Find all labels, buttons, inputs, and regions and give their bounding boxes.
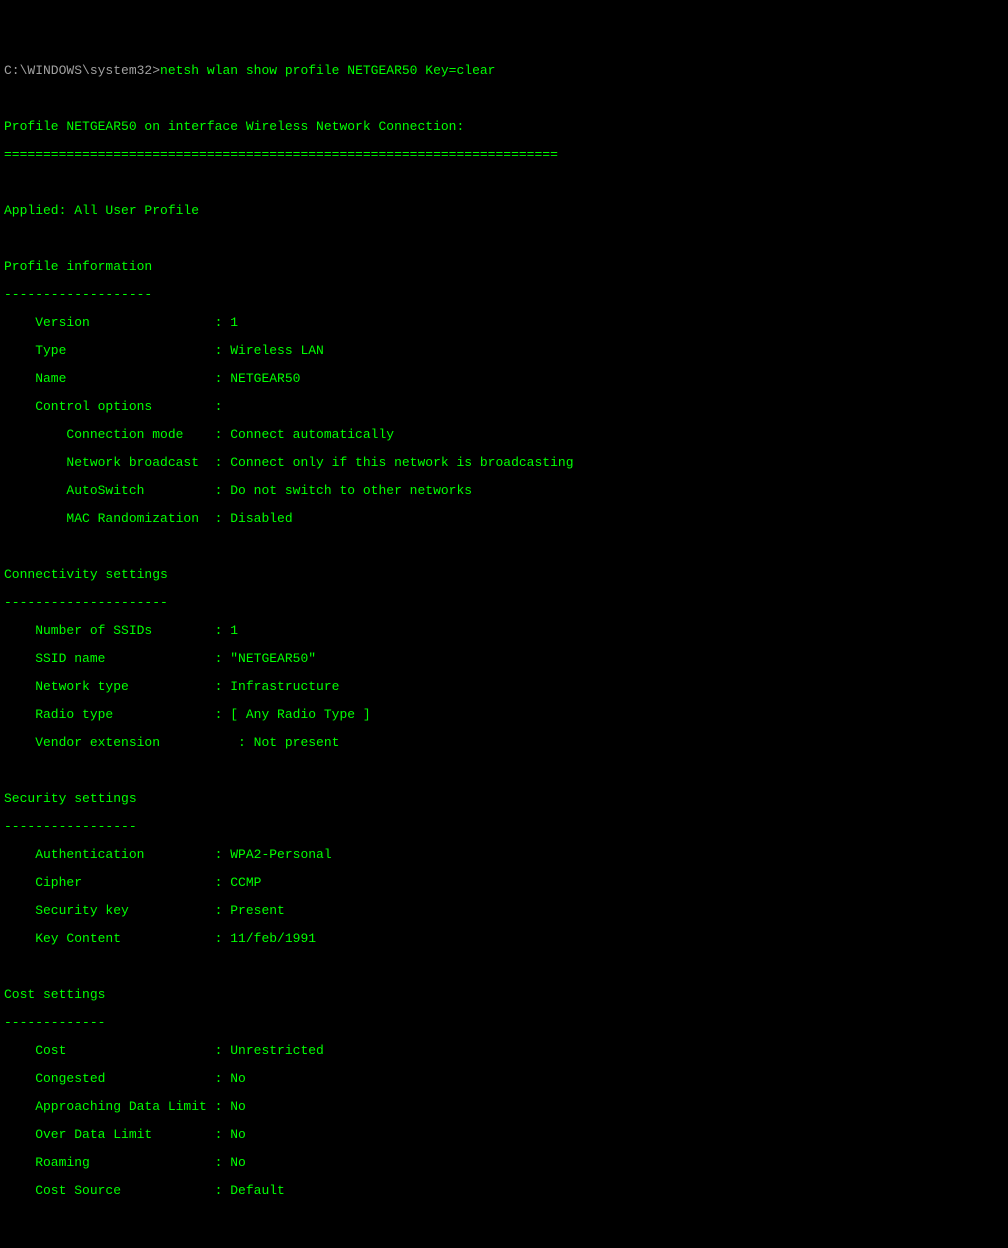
security-authentication: Authentication : WPA2-Personal bbox=[4, 848, 1004, 862]
cost-approaching: Approaching Data Limit : No bbox=[4, 1100, 1004, 1114]
connectivity-vendor-extension: Vendor extension : Not present bbox=[4, 736, 1004, 750]
profile-version: Version : 1 bbox=[4, 316, 1004, 330]
connectivity-ssid-name: SSID name : "NETGEAR50" bbox=[4, 652, 1004, 666]
connectivity-radio-type: Radio type : [ Any Radio Type ] bbox=[4, 708, 1004, 722]
connectivity-network-type: Network type : Infrastructure bbox=[4, 680, 1004, 694]
blank-line bbox=[4, 232, 1004, 246]
profile-autoswitch: AutoSwitch : Do not switch to other netw… bbox=[4, 484, 1004, 498]
cost-cost: Cost : Unrestricted bbox=[4, 1044, 1004, 1058]
profile-network-broadcast: Network broadcast : Connect only if this… bbox=[4, 456, 1004, 470]
connectivity-num-ssids: Number of SSIDs : 1 bbox=[4, 624, 1004, 638]
cost-dashes: ------------- bbox=[4, 1016, 1004, 1030]
blank-line bbox=[4, 1240, 1004, 1248]
blank-line bbox=[4, 960, 1004, 974]
profile-header-underline: ========================================… bbox=[4, 148, 1004, 162]
security-dashes: ----------------- bbox=[4, 820, 1004, 834]
security-title: Security settings bbox=[4, 792, 1004, 806]
cost-title: Cost settings bbox=[4, 988, 1004, 1002]
profile-info-dashes: ------------------- bbox=[4, 288, 1004, 302]
profile-connection-mode: Connection mode : Connect automatically bbox=[4, 428, 1004, 442]
profile-type: Type : Wireless LAN bbox=[4, 344, 1004, 358]
connectivity-title: Connectivity settings bbox=[4, 568, 1004, 582]
profile-info-title: Profile information bbox=[4, 260, 1004, 274]
prompt-path: C:\WINDOWS\system32> bbox=[4, 63, 160, 78]
blank-line bbox=[4, 540, 1004, 554]
profile-mac-randomization: MAC Randomization : Disabled bbox=[4, 512, 1004, 526]
security-key: Security key : Present bbox=[4, 904, 1004, 918]
profile-name: Name : NETGEAR50 bbox=[4, 372, 1004, 386]
prompt-line-1[interactable]: C:\WINDOWS\system32>netsh wlan show prof… bbox=[4, 64, 1004, 78]
cost-roaming: Roaming : No bbox=[4, 1156, 1004, 1170]
blank-line bbox=[4, 1212, 1004, 1226]
profile-header: Profile NETGEAR50 on interface Wireless … bbox=[4, 120, 1004, 134]
blank-line bbox=[4, 92, 1004, 106]
blank-line bbox=[4, 176, 1004, 190]
security-key-content: Key Content : 11/feb/1991 bbox=[4, 932, 1004, 946]
cost-over-limit: Over Data Limit : No bbox=[4, 1128, 1004, 1142]
blank-line bbox=[4, 764, 1004, 778]
prompt-command: netsh wlan show profile NETGEAR50 Key=cl… bbox=[160, 63, 495, 78]
profile-control-options: Control options : bbox=[4, 400, 1004, 414]
security-cipher: Cipher : CCMP bbox=[4, 876, 1004, 890]
connectivity-dashes: --------------------- bbox=[4, 596, 1004, 610]
cost-congested: Congested : No bbox=[4, 1072, 1004, 1086]
cost-source: Cost Source : Default bbox=[4, 1184, 1004, 1198]
applied-line: Applied: All User Profile bbox=[4, 204, 1004, 218]
